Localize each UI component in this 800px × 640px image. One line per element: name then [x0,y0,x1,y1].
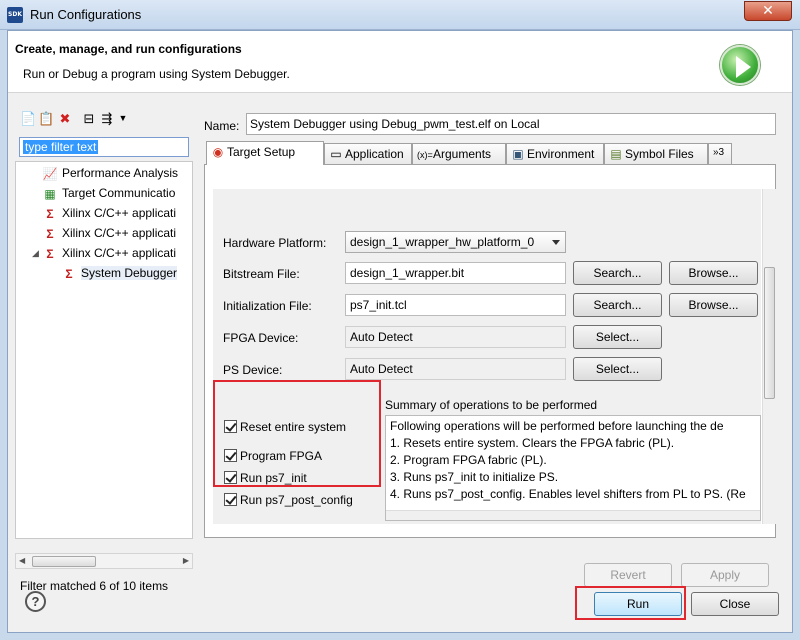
tab-target-setup[interactable]: ◉ Target Setup [206,141,324,165]
xilinx-gdb-icon: Σ [46,206,54,221]
tab-application[interactable]: ▭ Application [324,143,412,165]
header-title: Create, manage, and run configurations [15,42,242,56]
tree-item-system-debugger[interactable]: Σ System Debugger [61,263,178,283]
window-close-button[interactable]: ✕ [744,1,792,21]
bitstream-input[interactable]: design_1_wrapper.bit [345,262,566,284]
window-title: Run Configurations [30,7,142,22]
hardware-platform-select[interactable]: design_1_wrapper_hw_platform_0 [345,231,566,253]
tree-item-xilinx-tcf-2[interactable]: Σ Xilinx C/C++ applicati [42,243,176,263]
summary-line: 3. Runs ps7_init to initialize PS. [390,470,559,484]
filter-text: type filter text [23,140,99,154]
dialog-header: Create, manage, and run configurations R… [8,31,792,93]
title-bar: SDK Run Configurations ✕ [0,0,800,30]
xilinx-tcf-icon: Σ [65,266,73,281]
ps-select-button[interactable]: Select... [573,357,662,381]
name-label: Name: [204,119,240,133]
header-subtitle: Run or Debug a program using System Debu… [23,67,290,81]
chart-icon: 📈 [42,166,58,181]
init-file-input[interactable]: ps7_init.tcl [345,294,566,316]
bitstream-search-button[interactable]: Search... [573,261,662,285]
help-icon[interactable]: ? [25,591,46,612]
config-tree[interactable]: 📈 Performance Analysis ▦ Target Communicat… [15,161,193,539]
summary-text-area[interactable]: Following operations will be performed b… [385,415,761,521]
ps-device-field: Auto Detect [345,358,566,380]
summary-title: Summary of operations to be performed [385,398,598,412]
init-browse-button[interactable]: Browse... [669,293,758,317]
init-search-button[interactable]: Search... [573,293,662,317]
highlight-box-run [575,586,686,620]
tab-arguments[interactable]: (x)=Arguments [412,143,506,165]
xilinx-tcf-icon: Σ [46,226,54,241]
revert-button[interactable]: Revert [584,563,672,587]
filter-input[interactable]: type filter text [19,137,189,157]
summary-line: 2. Program FPGA fabric (PL). [390,453,547,467]
collapse-all-icon[interactable]: ⊟ [82,111,96,126]
fpga-device-label: FPGA Device: [223,331,299,345]
ps-device-label: PS Device: [223,363,283,377]
apply-button[interactable]: Apply [681,563,769,587]
run-ps7-post-config-checkbox[interactable]: Run ps7_post_config [224,493,353,507]
scroll-left-icon[interactable]: ◀ [19,554,25,568]
view-menu-chevron-down-icon[interactable]: ▼ [116,111,130,126]
scroll-thumb[interactable] [32,556,96,567]
fpga-device-field: Auto Detect [345,326,566,348]
summary-line: 1. Resets entire system. Clears the FPGA… [390,436,675,450]
highlight-box-checkboxes [213,380,381,487]
dialog-client: Create, manage, and run configurations R… [7,30,793,633]
duplicate-icon[interactable]: 📋 [38,111,54,126]
expand-chevron-icon[interactable]: ◢ [32,248,39,259]
fpga-select-button[interactable]: Select... [573,325,662,349]
xilinx-tcf-icon: Σ [46,246,54,261]
filter-matched-status: Filter matched 6 of 10 items [20,579,169,593]
tree-horizontal-scrollbar[interactable]: ◀ ▶ [15,553,193,569]
run-icon [720,45,760,85]
application-icon: ▭ [330,147,342,161]
name-input[interactable]: System Debugger using Debug_pwm_test.elf… [246,113,776,135]
target-comm-icon: ▦ [44,186,56,201]
left-pane: 📄 📋 ✖ ⊟ ⇶ ▼ type filter text 📈 Performanc… [13,101,195,593]
summary-scrollbar[interactable] [386,510,760,520]
summary-line: Following operations will be performed b… [390,419,724,433]
hardware-platform-label: Hardware Platform: [223,236,327,250]
tree-item-performance-analysis[interactable]: 📈 Performance Analysis [42,163,179,183]
symbol-files-icon: ▤ [610,147,622,161]
bitstream-browse-button[interactable]: Browse... [669,261,758,285]
delete-icon[interactable]: ✖ [58,111,72,126]
checkbox-checked-icon [224,493,237,506]
panel-vertical-scrollbar[interactable] [762,189,776,524]
tab-strip: ◉ Target Setup ▭ Application (x)=Arguments… [204,141,776,165]
bitstream-label: Bitstream File: [223,267,300,281]
close-button[interactable]: Close [691,592,779,616]
target-icon: ◉ [212,145,224,159]
tree-item-xilinx-tcf-1[interactable]: Σ Xilinx C/C++ applicati [42,223,176,243]
new-config-icon[interactable]: 📄 [20,111,36,126]
arguments-icon: (x)= [417,150,433,160]
tree-item-xilinx-gdb[interactable]: Σ Xilinx C/C++ applicati [42,203,176,223]
tab-environment[interactable]: ▣ Environment [506,143,604,165]
init-file-label: Initialization File: [223,299,312,313]
sdk-app-icon: SDK [7,7,23,23]
summary-line: 4. Runs ps7_post_config. Enables level s… [390,487,746,501]
tab-symbol-files[interactable]: ▤ Symbol Files [604,143,708,165]
tab-overflow[interactable]: »3 [708,143,732,165]
filter-icon[interactable]: ⇶ [100,111,114,126]
left-toolbar: 📄 📋 ✖ ⊟ ⇶ ▼ [20,109,190,129]
tree-item-target-communication[interactable]: ▦ Target Communicatio [42,183,175,203]
environment-icon: ▣ [512,147,524,161]
scroll-right-icon[interactable]: ▶ [183,554,189,568]
right-pane: Name: System Debugger using Debug_pwm_te… [204,111,788,587]
scroll-thumb[interactable] [764,267,775,399]
chevron-down-icon [552,240,560,245]
